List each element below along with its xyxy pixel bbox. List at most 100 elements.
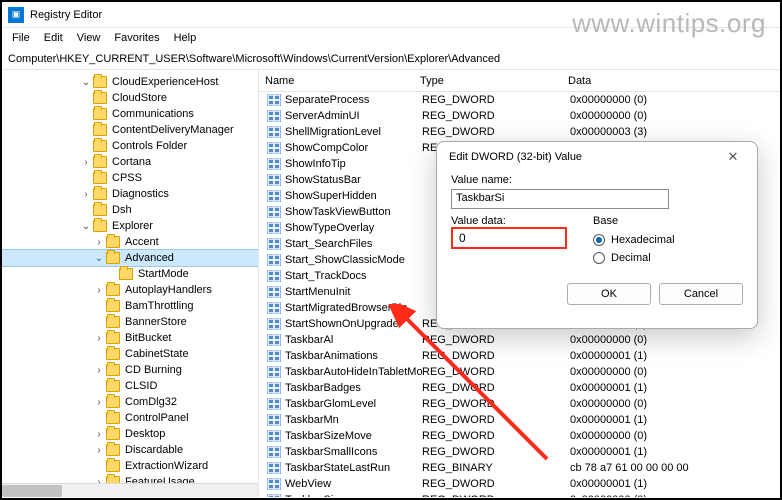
value-name-input[interactable]: TaskbarSi (451, 189, 669, 209)
tree-item-cloudstore[interactable]: CloudStore (2, 90, 258, 106)
tree-item-autoplayhandlers[interactable]: ›AutoplayHandlers (2, 282, 258, 298)
tree-item-controls-folder[interactable]: Controls Folder (2, 138, 258, 154)
tree-item-comdlg32[interactable]: ›ComDlg32 (2, 394, 258, 410)
col-name[interactable]: Name (259, 75, 414, 87)
menu-favorites[interactable]: Favorites (108, 30, 165, 46)
address-bar[interactable]: Computer\HKEY_CURRENT_USER\Software\Micr… (2, 48, 780, 70)
reg-value-icon (267, 110, 281, 122)
expand-icon[interactable]: › (93, 364, 105, 376)
tree-item-bitbucket[interactable]: ›BitBucket (2, 330, 258, 346)
value-row[interactable]: WebViewREG_DWORD0x00000001 (1) (259, 476, 780, 492)
expand-icon[interactable] (80, 204, 92, 216)
expand-icon[interactable] (80, 124, 92, 136)
tree-item-communications[interactable]: Communications (2, 106, 258, 122)
tree-item-accent[interactable]: ›Accent (2, 234, 258, 250)
value-row[interactable]: TaskbarAutoHideInTabletModeREG_DWORD0x00… (259, 364, 780, 380)
tree-item-diagnostics[interactable]: ›Diagnostics (2, 186, 258, 202)
value-row[interactable]: TaskbarAlREG_DWORD0x00000000 (0) (259, 332, 780, 348)
radio-dot-icon (593, 234, 605, 246)
expand-icon[interactable] (93, 316, 105, 328)
dialog-title: Edit DWORD (32-bit) Value (449, 151, 582, 163)
tree-item-contentdeliverymanager[interactable]: ContentDeliveryManager (2, 122, 258, 138)
expand-icon[interactable]: › (93, 396, 105, 408)
value-row[interactable]: TaskbarMnREG_DWORD0x00000001 (1) (259, 412, 780, 428)
tree-item-extractionwizard[interactable]: ExtractionWizard (2, 458, 258, 474)
value-row[interactable]: TaskbarSmallIconsREG_DWORD0x00000001 (1) (259, 444, 780, 460)
horizontal-scrollbar[interactable] (2, 483, 258, 497)
expand-icon[interactable] (80, 172, 92, 184)
expand-icon[interactable] (80, 92, 92, 104)
reg-value-icon (267, 334, 281, 346)
value-row[interactable]: TaskbarAnimationsREG_DWORD0x00000001 (1) (259, 348, 780, 364)
radio-dot-icon (593, 252, 605, 264)
radio-decimal[interactable]: Decimal (593, 249, 743, 267)
tree-item-bannerstore[interactable]: BannerStore (2, 314, 258, 330)
menu-help[interactable]: Help (168, 30, 203, 46)
expand-icon[interactable] (106, 268, 118, 280)
reg-value-icon (267, 366, 281, 378)
reg-value-icon (267, 174, 281, 186)
tree-item-cloudexperiencehost[interactable]: ⌄CloudExperienceHost (2, 74, 258, 90)
cancel-button[interactable]: Cancel (659, 283, 743, 305)
expand-icon[interactable] (93, 380, 105, 392)
value-row[interactable]: TaskbarSiREG_DWORD0x00000000 (0) (259, 492, 780, 497)
folder-icon (106, 316, 120, 328)
expand-icon[interactable]: › (93, 284, 105, 296)
expand-icon[interactable]: › (93, 236, 105, 248)
expand-icon[interactable] (93, 300, 105, 312)
expand-icon[interactable]: › (80, 156, 92, 168)
menu-edit[interactable]: Edit (38, 30, 69, 46)
value-data-input[interactable] (451, 227, 567, 249)
tree-item-controlpanel[interactable]: ControlPanel (2, 410, 258, 426)
close-icon[interactable]: ✕ (719, 146, 747, 168)
value-row[interactable]: TaskbarBadgesREG_DWORD0x00000001 (1) (259, 380, 780, 396)
expand-icon[interactable] (93, 348, 105, 360)
list-header[interactable]: Name Type Data (259, 70, 780, 92)
col-type[interactable]: Type (414, 75, 562, 87)
tree-item-cd-burning[interactable]: ›CD Burning (2, 362, 258, 378)
tree-item-cabinetstate[interactable]: CabinetState (2, 346, 258, 362)
tree-item-cortana[interactable]: ›Cortana (2, 154, 258, 170)
col-data[interactable]: Data (562, 75, 780, 87)
radio-hexadecimal[interactable]: Hexadecimal (593, 231, 743, 249)
tree-item-discardable[interactable]: ›Discardable (2, 442, 258, 458)
reg-value-icon (267, 430, 281, 442)
expand-icon[interactable] (80, 108, 92, 120)
tree-item-explorer[interactable]: ⌄Explorer (2, 218, 258, 234)
expand-icon[interactable] (93, 460, 105, 472)
value-row[interactable]: TaskbarStateLastRunREG_BINARYcb 78 a7 61… (259, 460, 780, 476)
reg-value-icon (267, 478, 281, 490)
reg-value-icon (267, 94, 281, 106)
value-row[interactable]: TaskbarSizeMoveREG_DWORD0x00000000 (0) (259, 428, 780, 444)
expand-icon[interactable]: › (93, 428, 105, 440)
tree-item-advanced[interactable]: ⌄Advanced (2, 250, 258, 266)
value-row[interactable]: SeparateProcessREG_DWORD0x00000000 (0) (259, 92, 780, 108)
tree-item-startmode[interactable]: StartMode (2, 266, 258, 282)
address-text: Computer\HKEY_CURRENT_USER\Software\Micr… (8, 53, 500, 65)
expand-icon[interactable] (80, 140, 92, 152)
expand-icon[interactable]: ⌄ (80, 220, 92, 232)
value-row[interactable]: ShellMigrationLevelREG_DWORD0x00000003 (… (259, 124, 780, 140)
folder-icon (93, 220, 107, 232)
folder-icon (93, 204, 107, 216)
tree-item-desktop[interactable]: ›Desktop (2, 426, 258, 442)
tree-pane[interactable]: ⌄CloudExperienceHostCloudStoreCommunicat… (2, 70, 259, 497)
tree-item-cpss[interactable]: CPSS (2, 170, 258, 186)
expand-icon[interactable]: › (80, 188, 92, 200)
expand-icon[interactable]: › (93, 444, 105, 456)
menu-file[interactable]: File (6, 30, 36, 46)
folder-icon (106, 380, 120, 392)
value-row[interactable]: ServerAdminUIREG_DWORD0x00000000 (0) (259, 108, 780, 124)
menu-view[interactable]: View (71, 30, 107, 46)
expand-icon[interactable]: ⌄ (80, 76, 92, 88)
value-row[interactable]: TaskbarGlomLevelREG_DWORD0x00000000 (0) (259, 396, 780, 412)
folder-icon (106, 284, 120, 296)
tree-item-bamthrottling[interactable]: BamThrottling (2, 298, 258, 314)
tree-item-clsid[interactable]: CLSID (2, 378, 258, 394)
expand-icon[interactable]: ⌄ (93, 252, 105, 264)
tree-item-dsh[interactable]: Dsh (2, 202, 258, 218)
expand-icon[interactable] (93, 412, 105, 424)
ok-button[interactable]: OK (567, 283, 651, 305)
reg-value-icon (267, 350, 281, 362)
expand-icon[interactable]: › (93, 332, 105, 344)
